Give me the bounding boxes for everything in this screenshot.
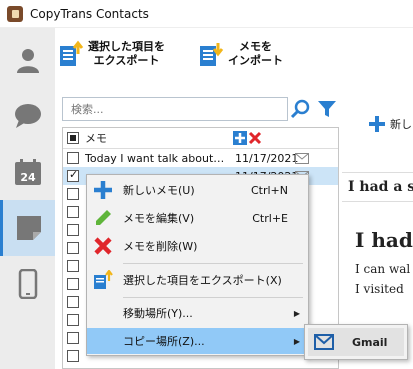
detail-new-label: 新し [390, 118, 412, 131]
pencil-icon [91, 206, 115, 230]
delete-x-icon [91, 234, 115, 258]
row-checkbox[interactable] [67, 152, 79, 164]
row-checkbox[interactable] [67, 350, 79, 362]
title-bar: CopyTrans Contacts [0, 0, 413, 28]
note-line-1: I can wal [355, 262, 411, 276]
detail-new-note-button[interactable]: 新し [368, 115, 412, 133]
filter-button[interactable] [315, 97, 339, 121]
calendar-day-label: 24 [20, 171, 36, 184]
note-heading: I had [355, 228, 413, 252]
plus-icon [369, 116, 385, 132]
sidebar-item-contacts[interactable] [0, 32, 55, 88]
app-logo-icon [7, 5, 23, 22]
list-header-label: メモ [85, 132, 107, 145]
menu-item-label: 新しいメモ(U) [123, 184, 195, 197]
submenu-arrow-icon: ▶ [293, 336, 300, 346]
row-checkbox[interactable] [67, 206, 79, 218]
note-icon [17, 216, 41, 240]
import-icon [198, 40, 224, 68]
row-checkbox[interactable] [67, 188, 79, 200]
search-icon [290, 99, 310, 119]
submenu-item-gmail[interactable]: Gmail [308, 328, 404, 356]
import-notes-button[interactable]: メモを インポート [198, 40, 283, 68]
row-checkbox[interactable] [67, 332, 79, 344]
search-button[interactable] [288, 97, 312, 121]
menu-item-shortcut: Ctrl+E [252, 211, 288, 225]
list-header: メモ [63, 128, 338, 149]
person-icon [16, 49, 39, 73]
export-selected-button[interactable]: 選択した項目を エクスポート [58, 40, 165, 68]
sidebar-item-device[interactable] [0, 256, 55, 312]
row-checkbox[interactable] [67, 314, 79, 326]
menu-separator [123, 297, 303, 298]
menu-item-export-selected[interactable]: 選択した項目をエクスポート(X) [87, 267, 308, 293]
note-line-2: I visited [355, 282, 404, 296]
plus-icon[interactable] [233, 131, 247, 145]
chat-bubble-icon [14, 104, 41, 128]
mail-icon [314, 334, 334, 350]
delete-x-icon[interactable] [248, 131, 262, 145]
calendar-icon: 24 [14, 159, 41, 185]
sidebar-item-messages[interactable] [0, 88, 55, 144]
row-checkbox[interactable] [67, 278, 79, 290]
select-all-checkbox[interactable] [67, 132, 79, 144]
row-checkbox[interactable] [67, 224, 79, 236]
import-label: メモを インポート [228, 40, 283, 67]
menu-item-label: 選択した項目をエクスポート(X) [123, 274, 282, 287]
menu-item-label: コピー場所(Z)... [123, 335, 205, 348]
copy-to-submenu: Gmail [304, 324, 408, 360]
submenu-item-label: Gmail [352, 335, 388, 349]
row-checkbox[interactable] [67, 260, 79, 272]
menu-separator [123, 263, 303, 264]
search-box [62, 97, 288, 121]
mail-icon [295, 152, 309, 164]
submenu-arrow-icon: ▶ [293, 308, 300, 318]
export-icon [91, 268, 115, 292]
sidebar-item-notes[interactable] [0, 200, 55, 256]
note-date: 11/17/2021 [235, 151, 299, 165]
row-checkbox[interactable] [67, 168, 79, 182]
window-title: CopyTrans Contacts [30, 6, 149, 21]
sidebar-item-calendar[interactable]: 24 [0, 144, 55, 200]
note-subject: Today I want talk about l... [85, 151, 225, 165]
menu-item-label: 移動場所(Y)... [123, 307, 193, 320]
menu-item-edit-note[interactable]: メモを編集(V) Ctrl+E [87, 205, 308, 231]
menu-item-move-to[interactable]: 移動場所(Y)... ▶ [87, 300, 308, 326]
menu-item-label: メモを編集(V) [123, 212, 195, 225]
header-actions [233, 131, 262, 145]
search-input[interactable] [71, 102, 287, 116]
export-icon [58, 40, 84, 68]
menu-item-copy-to[interactable]: コピー場所(Z)... ▶ [87, 328, 308, 354]
note-title: I had a su [342, 172, 413, 202]
menu-item-shortcut: Ctrl+N [250, 183, 288, 197]
menu-item-label: メモを削除(W) [123, 240, 198, 253]
menu-item-delete-note[interactable]: メモを削除(W) [87, 233, 308, 259]
plus-icon [91, 178, 115, 202]
context-menu: 新しいメモ(U) Ctrl+N メモを編集(V) Ctrl+E メモを削除(W)… [86, 174, 309, 356]
row-checkbox[interactable] [67, 242, 79, 254]
list-item[interactable]: Today I want talk about l... 11/17/2021 [63, 149, 338, 167]
row-checkbox[interactable] [67, 296, 79, 308]
phone-icon [18, 269, 37, 299]
filter-icon [318, 101, 336, 117]
sidebar: 24 [0, 28, 55, 369]
export-label: 選択した項目を エクスポート [88, 40, 165, 67]
menu-item-new-note[interactable]: 新しいメモ(U) Ctrl+N [87, 177, 308, 203]
